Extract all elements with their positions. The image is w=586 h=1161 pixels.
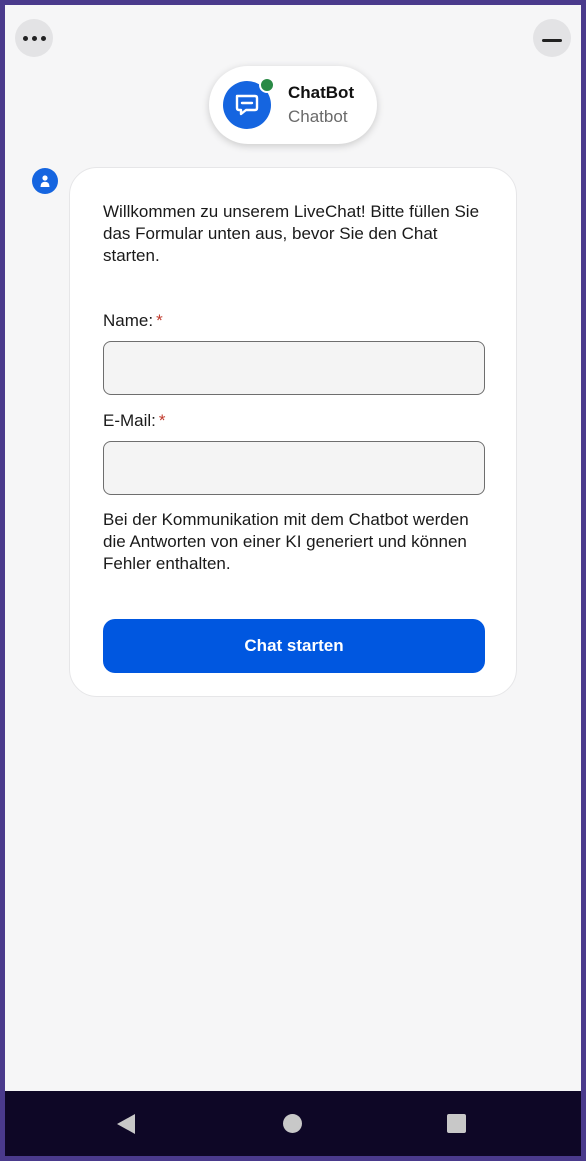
header-subtitle: Chatbot [288, 106, 348, 126]
system-navigation-bar [5, 1091, 581, 1156]
minimize-icon [542, 38, 562, 42]
recent-square-icon[interactable] [447, 1114, 466, 1133]
chatbot-header: ChatBot Chatbot [209, 66, 377, 144]
header-title: ChatBot [288, 83, 355, 103]
required-marker: * [158, 411, 166, 430]
online-status-dot [259, 77, 275, 93]
required-marker: * [156, 311, 163, 330]
person-icon [40, 175, 50, 187]
more-dots-icon [22, 35, 46, 41]
email-label: E-Mail: * [103, 411, 166, 430]
email-input[interactable] [103, 441, 485, 495]
bot-avatar [223, 77, 275, 129]
back-triangle-icon[interactable] [116, 1113, 136, 1135]
menu-button[interactable] [15, 19, 53, 57]
name-input[interactable] [103, 341, 485, 395]
intro-text: Willkommen zu unserem LiveChat! Bitte fü… [103, 202, 480, 265]
bot-message-avatar [32, 168, 58, 194]
prechat-form-card: Willkommen zu unserem LiveChat! Bitte fü… [69, 167, 517, 697]
ai-disclaimer-text: Bei der Kommunikation mit dem Chatbot we… [103, 510, 469, 573]
chat-widget-screen: ChatBot Chatbot Willkommen zu unserem Li… [5, 5, 581, 1156]
minimize-button[interactable] [533, 19, 571, 57]
home-circle-icon[interactable] [283, 1114, 302, 1133]
chat-bubble-icon [235, 94, 259, 116]
start-chat-button[interactable]: Chat starten [103, 619, 485, 673]
name-label: Name: * [103, 311, 163, 330]
